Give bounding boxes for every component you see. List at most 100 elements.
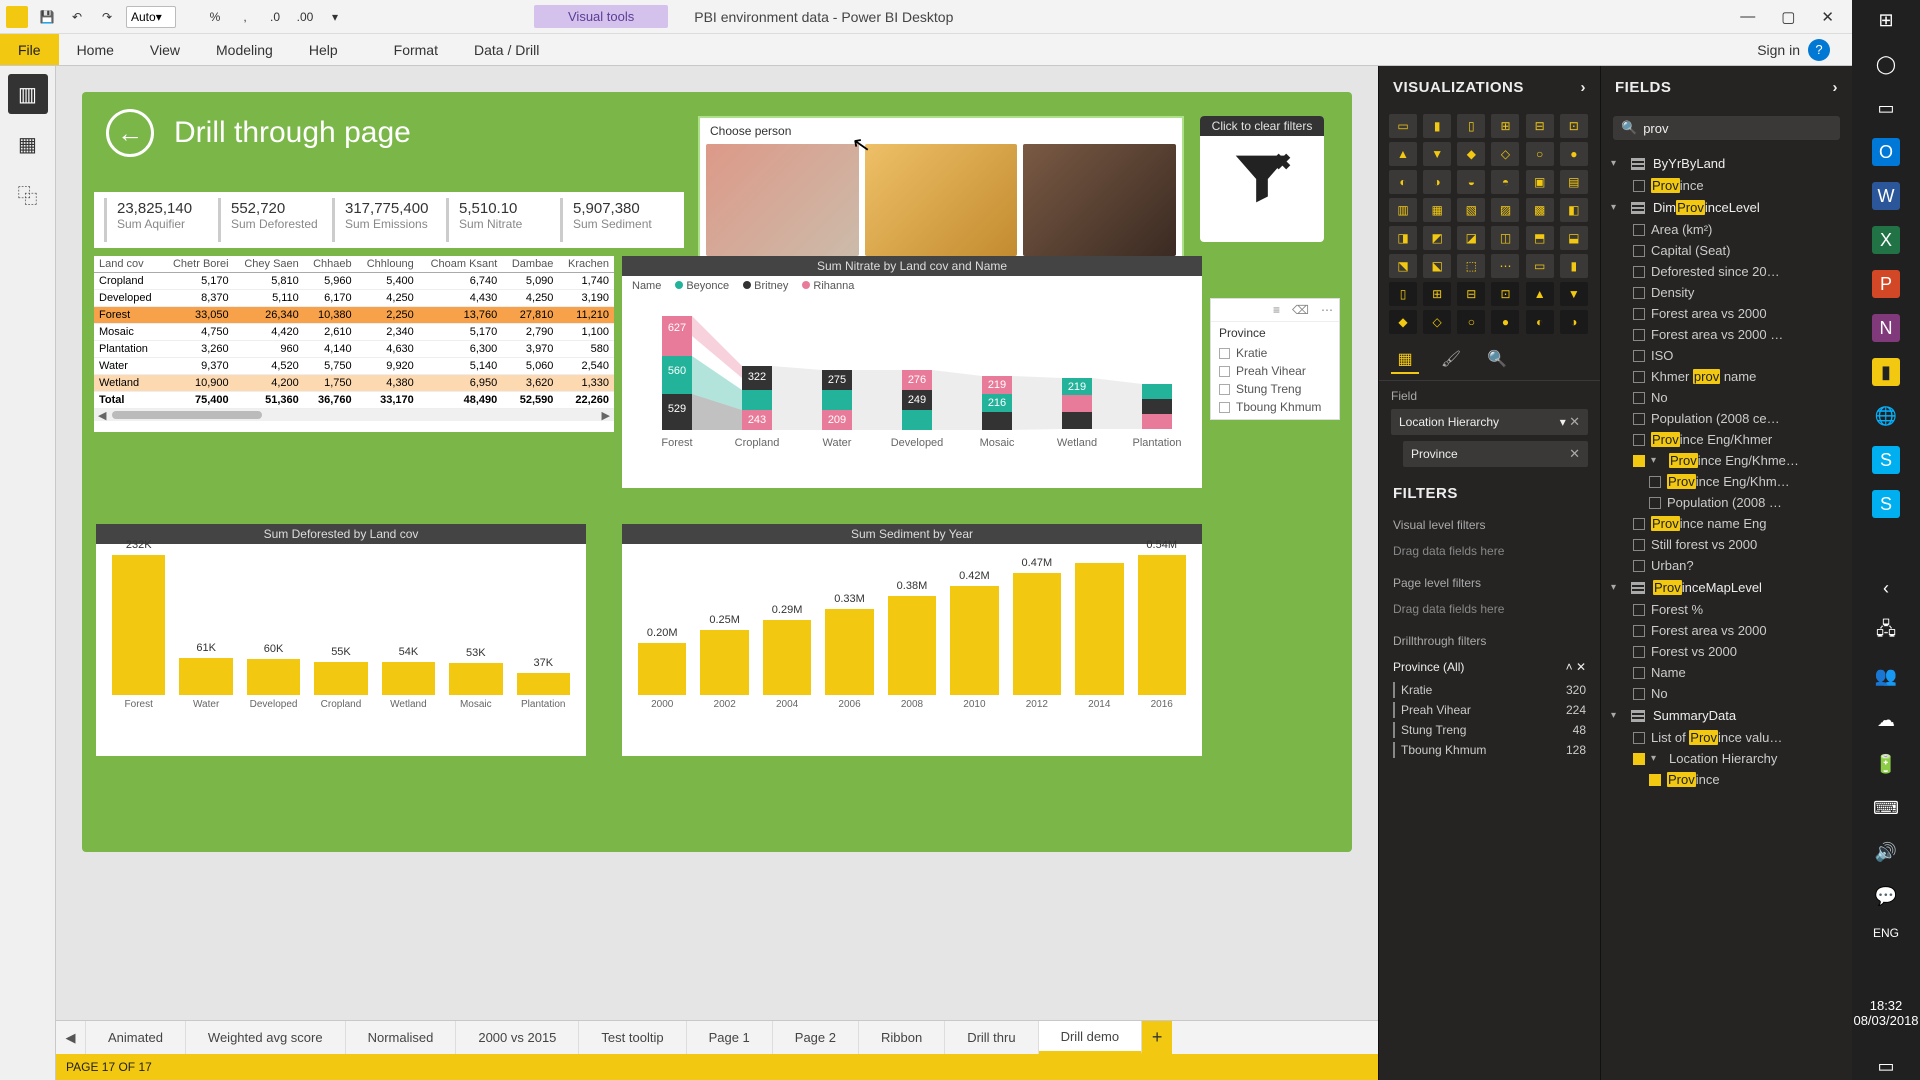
ribbon-tab-format[interactable]: Format <box>376 34 456 65</box>
analytics-well-tab[interactable]: 🔍 <box>1483 346 1511 374</box>
field-node[interactable]: Province <box>1609 175 1844 196</box>
tray-expand-icon[interactable]: ‹ <box>1872 574 1900 602</box>
page-tab[interactable]: 2000 vs 2015 <box>456 1021 579 1054</box>
tray-action-icon[interactable]: 💬 <box>1872 882 1900 910</box>
field-node[interactable]: Forest vs 2000 <box>1609 641 1844 662</box>
model-view-icon[interactable]: ⿻ <box>8 174 48 214</box>
notifications-icon[interactable]: ▭ <box>1872 1052 1900 1080</box>
add-page-button[interactable]: + <box>1142 1021 1172 1054</box>
viz-type-icon[interactable]: ○ <box>1457 310 1485 334</box>
bar[interactable]: 0.54M2016 <box>1138 539 1186 710</box>
filter-value-row[interactable]: Tboung Khmum128 <box>1393 740 1586 760</box>
fields-search-input[interactable] <box>1643 121 1832 136</box>
field-node[interactable]: Name <box>1609 662 1844 683</box>
person-image-2[interactable] <box>865 144 1018 256</box>
qat-redo-icon[interactable]: ↷ <box>96 8 118 26</box>
viz-type-icon[interactable]: ▮ <box>1560 254 1588 278</box>
viz-type-icon[interactable]: ⊞ <box>1491 114 1519 138</box>
viz-type-icon[interactable]: ▤ <box>1560 170 1588 194</box>
tray-people-icon[interactable]: 👥 <box>1872 662 1900 690</box>
filter-remove-icon[interactable]: ✕ <box>1576 660 1586 674</box>
nitrate-ribbon-chart[interactable]: Sum Nitrate by Land cov and Name Name Be… <box>622 256 1202 488</box>
viz-type-icon[interactable]: ⊟ <box>1526 114 1554 138</box>
drillthrough-back-button[interactable]: ← <box>106 109 154 157</box>
page-tab[interactable]: Drill thru <box>945 1021 1038 1054</box>
viz-type-icon[interactable]: ⋯ <box>1491 254 1519 278</box>
window-close-icon[interactable]: ✕ <box>1821 8 1834 26</box>
ribbon-tab-home[interactable]: Home <box>59 34 132 65</box>
card-deforested[interactable]: 552,720Sum Deforested <box>218 198 332 242</box>
report-view-icon[interactable]: ▥ <box>8 74 48 114</box>
bar[interactable]: 0.29M2004 <box>763 604 811 710</box>
qat-more-icon[interactable]: ▾ <box>324 8 346 26</box>
person-image-1[interactable] <box>706 144 859 256</box>
taskview-icon[interactable]: ▭ <box>1872 94 1900 122</box>
bar[interactable]: 61KWater <box>179 642 232 710</box>
bar[interactable]: 60KDeveloped <box>247 643 300 710</box>
viz-type-icon[interactable]: ▲ <box>1526 282 1554 306</box>
matrix-hscroll[interactable]: ◀ ▶ <box>94 409 614 421</box>
page-tab[interactable]: Normalised <box>346 1021 457 1054</box>
bar[interactable]: 54KWetland <box>382 646 435 710</box>
ribbon-tab-help[interactable]: Help <box>291 34 356 65</box>
field-node[interactable]: Province name Eng <box>1609 513 1844 534</box>
slicer-item[interactable]: Tboung Khmum <box>1211 398 1339 416</box>
field-node[interactable]: Khmer prov name <box>1609 366 1844 387</box>
qat-percent-icon[interactable]: % <box>204 8 226 26</box>
field-node[interactable]: No <box>1609 683 1844 704</box>
well-location-hierarchy[interactable]: Location Hierarchy▾ ✕ <box>1391 409 1588 435</box>
outlook-icon[interactable]: O <box>1872 138 1900 166</box>
viz-type-icon[interactable]: ◩ <box>1423 226 1451 250</box>
viz-type-icon[interactable]: ▼ <box>1423 142 1451 166</box>
field-node[interactable]: No <box>1609 387 1844 408</box>
skype2-icon[interactable]: S <box>1872 490 1900 518</box>
excel-icon[interactable]: X <box>1872 226 1900 254</box>
slicer-item[interactable]: Kratie <box>1211 344 1339 362</box>
viz-type-icon[interactable]: ○ <box>1526 142 1554 166</box>
page-filters-dropzone[interactable]: Drag data fields here <box>1379 596 1600 628</box>
viz-type-icon[interactable]: ▩ <box>1526 198 1554 222</box>
viz-type-icon[interactable]: ▣ <box>1526 170 1554 194</box>
qat-decimal-dec-icon[interactable]: .00 <box>294 8 316 26</box>
viz-type-icon[interactable]: ▮ <box>1423 114 1451 138</box>
bar[interactable]: 0.42M2010 <box>950 570 998 710</box>
ribbon-tab-modeling[interactable]: Modeling <box>198 34 291 65</box>
powerpoint-icon[interactable]: P <box>1872 270 1900 298</box>
viz-type-icon[interactable]: ⬓ <box>1560 226 1588 250</box>
field-node[interactable]: Density <box>1609 282 1844 303</box>
viz-type-icon[interactable]: ⊟ <box>1457 282 1485 306</box>
viz-type-icon[interactable]: ◨ <box>1389 226 1417 250</box>
viz-type-icon[interactable]: ⬒ <box>1526 226 1554 250</box>
field-node[interactable]: Population (2008 … <box>1609 492 1844 513</box>
province-slicer[interactable]: ≡ ⌫ ⋯ Province KratiePreah VihearStung T… <box>1210 298 1340 420</box>
drillthrough-province-filter[interactable]: Province (All)˄ ✕ Kratie320Preah Vihear2… <box>1379 654 1600 766</box>
viz-type-icon[interactable]: ◑ <box>1560 310 1588 334</box>
viz-type-icon[interactable]: ◆ <box>1389 310 1417 334</box>
page-tab[interactable]: Test tooltip <box>579 1021 686 1054</box>
slicer-list-icon[interactable]: ≡ <box>1273 303 1280 317</box>
table-node[interactable]: ▾ByYrByLand <box>1609 152 1844 175</box>
bar[interactable]: 55KCropland <box>314 646 367 710</box>
cortana-icon[interactable]: ◯ <box>1872 50 1900 78</box>
viz-type-icon[interactable]: ▥ <box>1389 198 1417 222</box>
person-image-3[interactable] <box>1023 144 1176 256</box>
viz-type-icon[interactable]: ⊡ <box>1560 114 1588 138</box>
remove-subfield-icon[interactable]: ✕ <box>1569 446 1580 462</box>
card-nitrate[interactable]: 5,510.10Sum Nitrate <box>446 198 560 242</box>
viz-type-icon[interactable]: ⬕ <box>1423 254 1451 278</box>
tray-onedrive-icon[interactable]: ☁ <box>1872 706 1900 734</box>
field-node[interactable]: Forest % <box>1609 599 1844 620</box>
field-node[interactable]: Population (2008 ce… <box>1609 408 1844 429</box>
table-node[interactable]: ▾ProvinceMapLevel <box>1609 576 1844 599</box>
skype-icon[interactable]: S <box>1872 446 1900 474</box>
slicer-more-icon[interactable]: ⋯ <box>1321 303 1333 317</box>
bar[interactable]: 232KForest <box>112 539 165 710</box>
viz-type-icon[interactable]: ◇ <box>1491 142 1519 166</box>
tray-network-icon[interactable]: 🖧 <box>1872 618 1900 646</box>
page-tab[interactable]: Page 2 <box>773 1021 859 1054</box>
fields-search[interactable]: 🔍 <box>1613 116 1840 140</box>
viz-type-icon[interactable]: ◐ <box>1526 310 1554 334</box>
slicer-clear-icon[interactable]: ⌫ <box>1292 303 1309 317</box>
remove-field-icon[interactable]: ✕ <box>1569 414 1580 429</box>
field-node[interactable]: Still forest vs 2000 <box>1609 534 1844 555</box>
